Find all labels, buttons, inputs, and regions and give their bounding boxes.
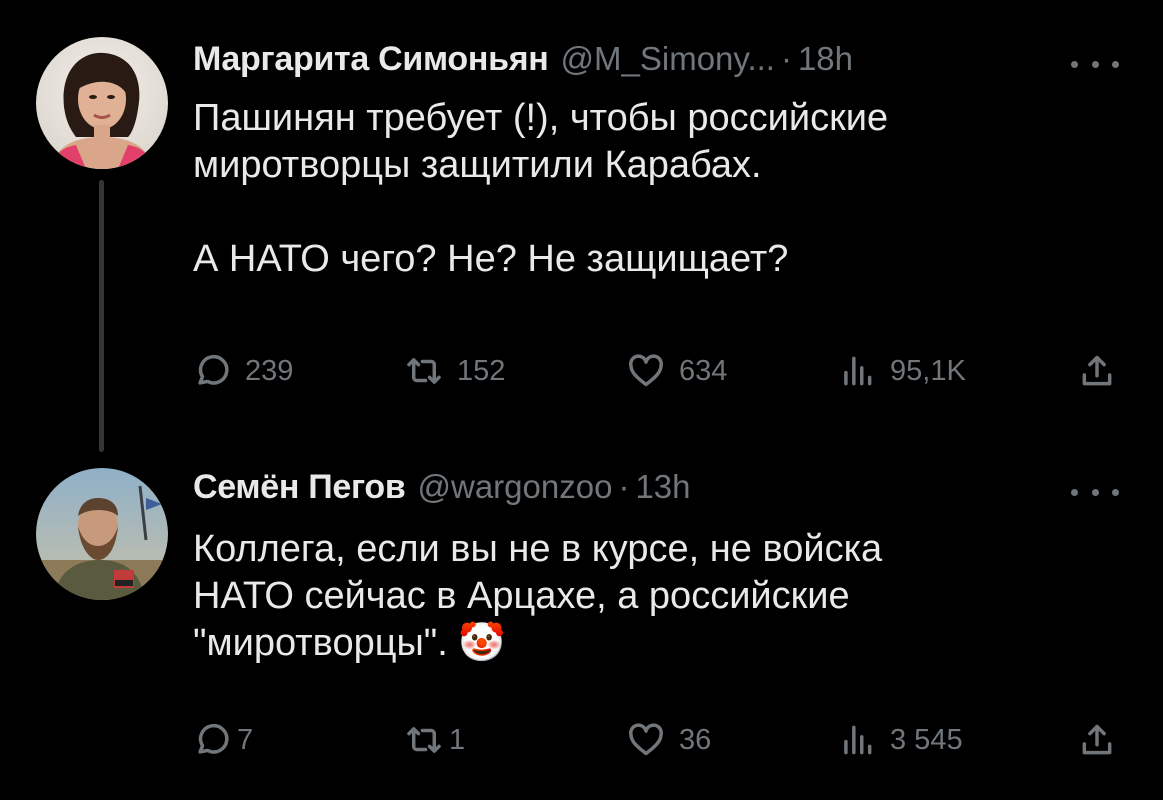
like-button[interactable]: 634 (627, 346, 727, 396)
ellipsis-icon (1071, 60, 1078, 68)
separator-dot: · (618, 468, 630, 505)
tweet-simonyan[interactable]: Маргарита Симоньян @M_Simony... · 18h Па… (0, 0, 1163, 460)
retweet-arrows-icon (407, 727, 441, 753)
reply-count: 239 (245, 354, 294, 387)
avatar-photo-icon (36, 468, 168, 600)
bar-chart-icon (844, 356, 872, 386)
tweet-actions: 239 152 634 95,1K (193, 346, 1133, 396)
retweet-arrows-icon (407, 358, 441, 384)
ellipsis-icon (1071, 488, 1078, 496)
more-options-button[interactable] (1071, 54, 1119, 74)
view-count: 3 545 (890, 723, 963, 756)
tweet-text: Пашинян требует (!), чтобы российские ми… (193, 97, 889, 280)
retweet-count: 1 (449, 723, 466, 756)
views-button[interactable]: 95,1K (838, 346, 966, 396)
author-name[interactable]: Семён Пегов (193, 468, 406, 507)
separator-dot: · (780, 40, 792, 77)
share-upload-icon (1082, 724, 1112, 755)
views-button[interactable]: 3 545 (838, 715, 963, 765)
author-handle[interactable]: @M_Simony... (561, 40, 775, 78)
reply-count: 7 (237, 723, 254, 756)
avatar[interactable] (36, 468, 168, 600)
author-handle[interactable]: @wargonzoo (418, 468, 613, 506)
retweet-button[interactable]: 152 (405, 346, 505, 396)
share-upload-icon (1082, 355, 1112, 386)
share-button[interactable] (1078, 346, 1116, 396)
share-button[interactable] (1078, 715, 1116, 765)
like-button[interactable]: 36 (627, 715, 711, 765)
avatar-photo-icon (36, 37, 168, 169)
tweet-pegov[interactable]: Семён Пегов @wargonzoo · 13h Коллега, ес… (0, 460, 1163, 800)
tweet-header: Семён Пегов @wargonzoo · 13h (193, 468, 691, 518)
tweet-time[interactable]: 18h (798, 40, 853, 78)
speech-bubble-icon (198, 723, 229, 754)
author-name[interactable]: Маргарита Симоньян (193, 40, 549, 79)
reply-button[interactable]: 239 (193, 346, 293, 396)
thread-connector-line (99, 180, 104, 452)
bar-chart-icon (844, 725, 872, 755)
like-count: 634 (679, 354, 728, 387)
like-count: 36 (679, 723, 712, 756)
tweet-text: Коллега, если вы не в курсе, не войска Н… (193, 528, 883, 664)
reply-button[interactable]: 7 (193, 715, 253, 765)
more-options-button[interactable] (1071, 482, 1119, 502)
tweet-time[interactable]: 13h (635, 468, 690, 506)
retweet-count: 152 (457, 354, 506, 387)
avatar[interactable] (36, 37, 168, 169)
speech-bubble-icon (198, 354, 229, 385)
tweet-actions: 7 1 36 3 545 (193, 715, 1133, 765)
heart-icon (629, 723, 663, 756)
retweet-button[interactable]: 1 (405, 715, 465, 765)
heart-icon (629, 354, 663, 387)
tweet-header: Маргарита Симоньян @M_Simony... · 18h (193, 40, 853, 90)
view-count: 95,1K (890, 354, 966, 387)
